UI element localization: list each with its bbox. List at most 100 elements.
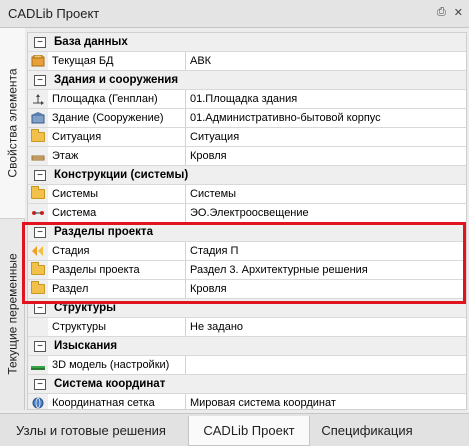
property-name: Структуры [48,318,186,336]
side-tab-strip: Свойства элемента Текущие переменные [0,28,25,410]
floor-icon [31,150,45,162]
category-label: База данных [54,36,128,48]
tab-nodes-solutions[interactable]: Узлы и готовые решения [6,416,176,445]
tab-label: Текущие переменные [5,253,20,375]
property-name: Текущая БД [48,52,186,70]
folder-icon [31,186,45,199]
collapse-icon[interactable]: − [34,169,46,181]
category-row[interactable]: − Конструкции (системы) [28,166,466,185]
row-gutter [28,128,48,146]
tab-label: CADLib Проект [203,423,295,438]
property-row[interactable]: Координатная сетка Мировая система коорди… [28,394,466,409]
row-gutter [28,261,48,279]
category-label: Здания и сооружения [54,74,179,86]
property-value[interactable]: Кровля [186,150,466,162]
collapse-icon[interactable]: − [34,378,46,390]
property-value[interactable]: Ситуация [186,131,466,143]
property-row[interactable]: Раздел Кровля [28,280,466,299]
building-icon [31,112,45,124]
property-value[interactable]: Системы [186,188,466,200]
property-name: 3D модель (настройки) [48,356,186,374]
globe-icon [31,397,45,409]
property-name: Система [48,204,186,222]
tab-label: Узлы и готовые решения [16,423,166,438]
collapse-icon[interactable]: − [34,36,46,48]
collapse-icon[interactable]: − [34,226,46,238]
category-label: Конструкции (системы) [54,169,189,181]
panel-title: CADLib Проект [8,6,100,21]
folder-icon [31,281,45,294]
property-row[interactable]: Здание (Сооружение) 01.Административно-бы… [28,109,466,128]
property-row[interactable]: Текущая БД АВК [28,52,466,71]
property-name: Разделы проекта [48,261,186,279]
category-row[interactable]: − Структуры [28,299,466,318]
row-gutter [28,280,48,298]
tab-specification[interactable]: Спецификация [316,416,418,445]
property-value[interactable]: Стадия П [186,245,466,257]
collapse-icon[interactable]: − [34,74,46,86]
tab-current-variables[interactable]: Текущие переменные [0,218,25,410]
tab-element-properties[interactable]: Свойства элемента [0,28,25,219]
tab-cadlib-project[interactable]: CADLib Проект [188,416,310,446]
row-gutter [28,52,48,70]
close-icon[interactable]: ✕ [454,6,463,19]
pin-icon[interactable]: ⎙ [437,6,446,19]
property-row[interactable]: Система ЭО.Электроосвещение [28,204,466,223]
row-gutter [28,185,48,203]
folder-icon [31,129,45,142]
property-row[interactable]: Площадка (Генплан) 01.Площадка здания [28,90,466,109]
property-name: Здание (Сооружение) [48,109,186,127]
row-gutter [28,242,48,260]
property-name: Ситуация [48,128,186,146]
property-row[interactable]: Этаж Кровля [28,147,466,166]
property-name: Площадка (Генплан) [48,90,186,108]
property-name: Этаж [48,147,186,165]
property-value[interactable]: ЭО.Электроосвещение [186,207,466,219]
property-value[interactable]: Не задано [186,321,466,333]
property-row[interactable]: Разделы проекта Раздел 3. Архитектурные р… [28,261,466,280]
category-row[interactable]: − Система координат [28,375,466,394]
row-gutter [28,394,48,409]
property-row[interactable]: 3D модель (настройки) [28,356,466,375]
category-label: Система координат [54,378,166,390]
category-row[interactable]: − Изыскания [28,337,466,356]
row-gutter [28,90,48,108]
property-grid: − База данных Текущая БД АВК − Здания и соору… [27,32,467,410]
property-name: Координатная сетка [48,394,186,409]
category-row[interactable]: − Разделы проекта [28,223,466,242]
property-value[interactable]: 01.Административно-бытовой корпус [186,112,466,124]
property-row[interactable]: Ситуация Ситуация [28,128,466,147]
property-name: Раздел [48,280,186,298]
stage-icon [31,245,45,257]
site-plan-icon [31,93,45,105]
category-label: Изыскания [54,340,118,352]
property-name: Системы [48,185,186,203]
tab-label: Спецификация [321,423,413,438]
row-gutter [28,109,48,127]
collapse-icon[interactable]: − [34,340,46,352]
panel-title-bar: CADLib Проект ⎙ ✕ [0,0,469,28]
folder-icon [31,262,45,275]
terrain-icon [31,359,45,371]
property-row[interactable]: Структуры Не задано [28,318,466,337]
property-row[interactable]: Стадия Стадия П [28,242,466,261]
category-label: Разделы проекта [54,226,153,238]
tab-label: Свойства элемента [5,68,20,178]
property-name: Стадия [48,242,186,260]
row-gutter [28,204,48,222]
row-gutter [28,356,48,374]
row-gutter [28,147,48,165]
category-row[interactable]: − База данных [28,33,466,52]
category-row[interactable]: − Здания и сооружения [28,71,466,90]
collapse-icon[interactable]: − [34,302,46,314]
system-icon [31,207,45,219]
property-row[interactable]: Системы Системы [28,185,466,204]
database-icon [31,54,45,67]
property-value[interactable]: 01.Площадка здания [186,93,466,105]
property-value[interactable]: Кровля [186,283,466,295]
property-value[interactable]: Мировая система координат [186,397,466,409]
property-value[interactable]: Раздел 3. Архитектурные решения [186,264,466,276]
category-label: Структуры [54,302,116,314]
property-value[interactable]: АВК [186,55,466,67]
bottom-tab-strip: Узлы и готовые решения CADLib Проект Спе… [0,413,469,446]
